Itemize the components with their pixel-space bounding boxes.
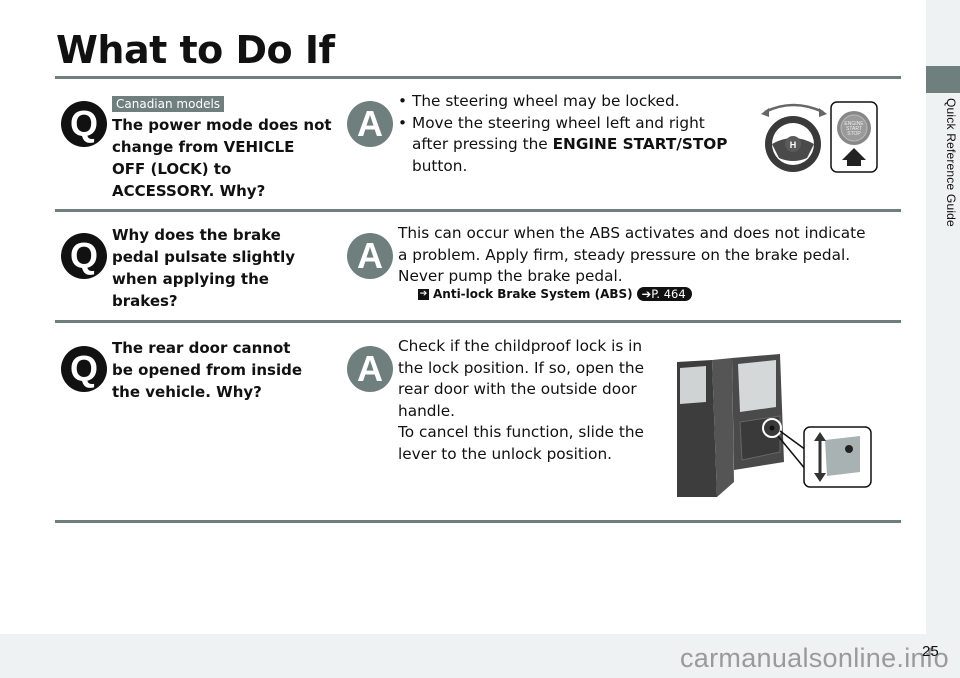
rear-door-illustration — [677, 354, 872, 497]
divider — [55, 520, 901, 523]
reference-label[interactable]: Anti-lock Brake System (ABS) — [433, 287, 633, 301]
svg-text:STOP: STOP — [847, 131, 861, 137]
answer-1-bullet: The steering wheel may be locked. — [398, 91, 728, 113]
answer-1: The steering wheel may be locked. Move t… — [398, 91, 728, 177]
rotate-arrow-icon — [764, 103, 824, 114]
question-3: The rear door cannot be opened from insi… — [112, 339, 303, 401]
reference-arrow-icon: ➔ — [418, 288, 429, 300]
question-1: Canadian models The power mode does not … — [112, 92, 332, 202]
divider — [55, 209, 901, 212]
question-icon: Q — [61, 346, 107, 392]
canadian-models-badge: Canadian models — [112, 96, 225, 112]
cross-reference[interactable]: ➔ Anti-lock Brake System (ABS) ➔P. 464 — [418, 287, 692, 301]
divider — [55, 76, 901, 79]
answer-1-bullet: Move the steering wheel left and right a… — [398, 113, 728, 178]
question-2: Why does the brake pedal pulsate slightl… — [112, 226, 296, 310]
page-link[interactable]: ➔P. 464 — [636, 287, 692, 301]
answer-2: This can occur when the ABS activates an… — [398, 224, 866, 285]
answer-3-line: Check if the childproof lock is in the l… — [398, 337, 644, 420]
engine-start-stop-label: ENGINE START/STOP — [552, 135, 728, 153]
page-number: 25 — [922, 643, 939, 660]
answer-icon: A — [347, 233, 393, 279]
childproof-lever-icon — [825, 436, 860, 476]
divider — [55, 320, 901, 323]
section-tab-label[interactable]: Quick Reference Guide — [928, 98, 958, 248]
svg-text:H: H — [790, 140, 797, 150]
question-icon: Q — [61, 233, 107, 279]
steering-wheel-illustration: H ENGINE START STOP — [761, 101, 878, 173]
answer-1-bullet-tail: button. — [412, 156, 468, 175]
watermark: carmanualsonline.info — [680, 643, 949, 673]
page-title: What to Do If — [56, 28, 335, 72]
answer-icon: A — [347, 101, 393, 147]
answer-icon: A — [347, 346, 393, 392]
page-link-text[interactable]: P. 464 — [651, 287, 685, 301]
section-tab-marker — [926, 66, 960, 93]
question-icon: Q — [61, 101, 107, 147]
question-1-text: The power mode does not change from VEHI… — [112, 116, 332, 200]
answer-3-line: To cancel this function, slide the lever… — [398, 423, 644, 463]
answer-3: Check if the childproof lock is in the l… — [398, 336, 648, 465]
